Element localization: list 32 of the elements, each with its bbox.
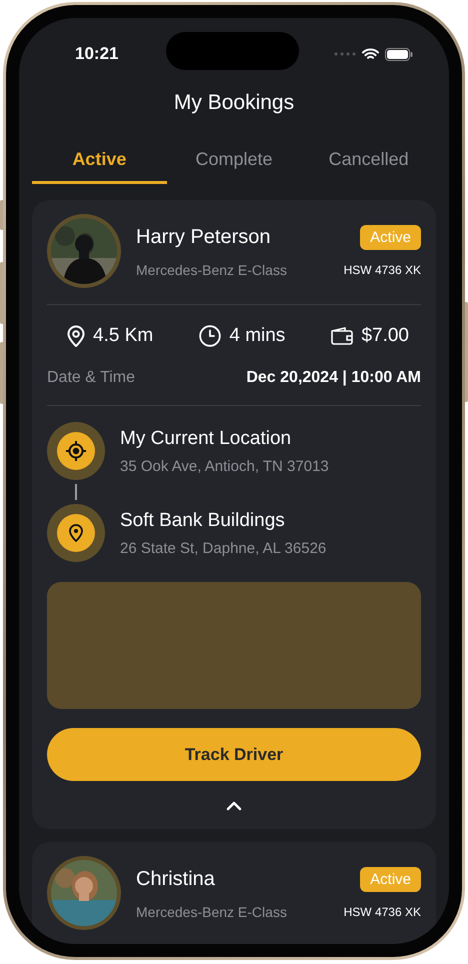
fare-value: $7.00 [361,325,409,347]
tab[interactable]: Active [32,142,167,184]
clock-icon [199,325,222,347]
vehicle-name: Mercedes-Benz E-Class [136,904,287,920]
status-time: 10:21 [75,44,118,64]
wallet-icon [331,327,354,345]
status-badge: Active [360,224,421,250]
track-driver-button[interactable]: Track Driver [47,728,421,781]
driver-name: Christina [136,868,215,890]
location-title: Soft Bank Buildings [120,510,286,532]
status-badge: Active [360,866,421,892]
target-icon [65,440,87,462]
battery-icon [385,48,413,60]
duration-value: 4 mins [229,325,286,347]
page-title: My Bookings [172,90,296,116]
date-value: Dec 20,2024 | 10:00 AM [246,369,421,387]
location-pin-icon [69,524,83,542]
wifi-icon [362,48,379,60]
date-label: Date & Time [47,369,136,387]
tab[interactable]: Complete [166,142,302,184]
vehicle-name: Mercedes-Benz E-Class [136,262,287,278]
location-pin-icon [67,325,85,347]
driver-name: Harry Peterson [136,226,270,248]
location-address: 26 State St, Daphne, AL 36526 [120,540,326,556]
signal-icon [334,52,356,56]
tab[interactable]: Cancelled [301,142,436,184]
location-address: 35 Ook Ave, Antioch, TN 37013 [120,458,329,474]
chevron-up-icon[interactable] [226,801,242,811]
license-plate: HSW 4736 XK [344,262,421,276]
distance-value: 4.5 Km [93,325,154,347]
location-title: My Current Location [120,428,292,450]
license-plate: HSW 4736 XK [344,904,421,918]
